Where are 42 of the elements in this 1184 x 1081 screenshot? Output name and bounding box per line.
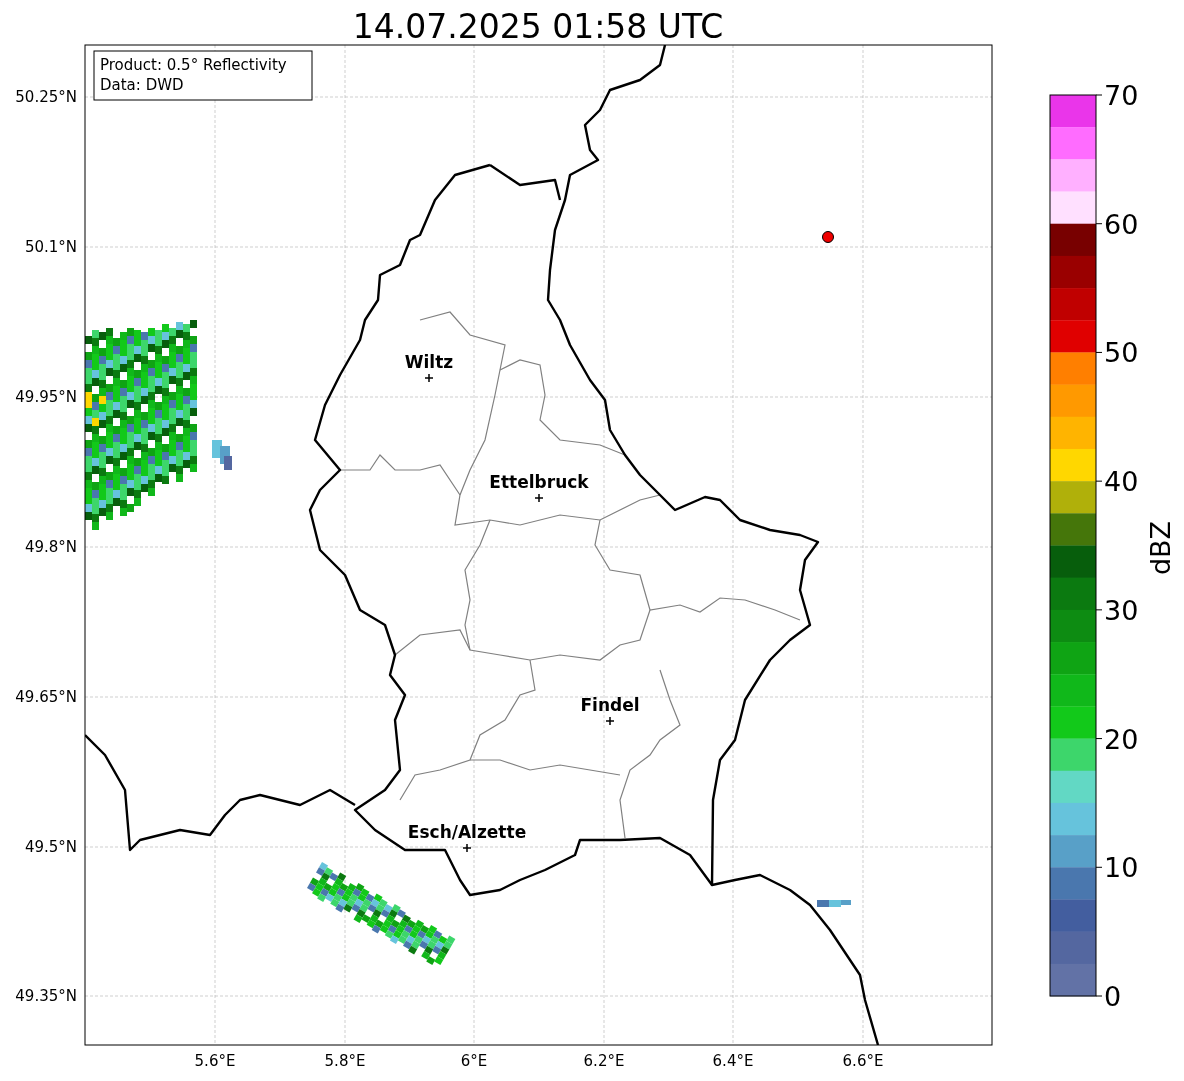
axis-tick-label: 49.5°N bbox=[24, 838, 77, 856]
colorbar-tick-label: 40 bbox=[1104, 466, 1139, 498]
place-marker bbox=[424, 373, 434, 383]
tick-mark bbox=[1095, 995, 1103, 997]
colorbar-tick-label: 50 bbox=[1104, 337, 1139, 369]
axis-tick-label: 5.8°E bbox=[324, 1052, 366, 1070]
axis-tick-label: 49.65°N bbox=[15, 688, 77, 706]
tick-mark bbox=[1095, 480, 1103, 482]
tick-mark bbox=[1095, 866, 1103, 868]
axis-tick-label: 50.25°N bbox=[15, 88, 77, 106]
info-text: Product: 0.5° Reflectivity bbox=[100, 56, 287, 74]
colorbar-tick-label: 30 bbox=[1104, 594, 1139, 626]
colorbar-tick-label: 0 bbox=[1104, 981, 1122, 1012]
axis-tick-label: 49.35°N bbox=[15, 987, 77, 1005]
tick-mark bbox=[1095, 94, 1103, 96]
place-marker bbox=[462, 843, 472, 853]
station-dot bbox=[822, 231, 834, 243]
axis-tick-label: 6.2°E bbox=[583, 1052, 625, 1070]
axis-tick-label: 49.95°N bbox=[15, 388, 77, 406]
colorbar-tick-label: 70 bbox=[1104, 80, 1139, 111]
tick-mark bbox=[1095, 738, 1103, 740]
place-marker bbox=[534, 493, 544, 503]
axis-tick-label: 6.6°E bbox=[842, 1052, 884, 1070]
axis-tick-label: 6°E bbox=[460, 1052, 488, 1070]
place-label: Ettelbruck bbox=[489, 472, 589, 492]
chart-title: 14.07.2025 01:58 UTC bbox=[352, 7, 724, 46]
place-marker bbox=[605, 716, 615, 726]
info-text: Data: DWD bbox=[100, 76, 184, 94]
axis-tick-label: 5.6°E bbox=[194, 1052, 236, 1070]
place-label: Wiltz bbox=[404, 352, 454, 372]
axis-tick-label: 50.1°N bbox=[24, 238, 77, 256]
place-label: Esch/Alzette bbox=[407, 822, 527, 842]
colorbar-tick-label: 10 bbox=[1104, 852, 1139, 884]
place-label: Findel bbox=[580, 695, 640, 715]
axis-tick-label: 49.8°N bbox=[24, 538, 77, 556]
tick-mark bbox=[1095, 223, 1103, 225]
axis-tick-label: 6.4°E bbox=[712, 1052, 754, 1070]
colorbar-tick-label: 20 bbox=[1104, 723, 1139, 755]
tick-mark bbox=[1095, 351, 1103, 353]
colorbar-label: dBZ bbox=[1145, 520, 1176, 576]
colorbar-tick-label: 60 bbox=[1104, 208, 1139, 240]
tick-mark bbox=[1095, 609, 1103, 611]
